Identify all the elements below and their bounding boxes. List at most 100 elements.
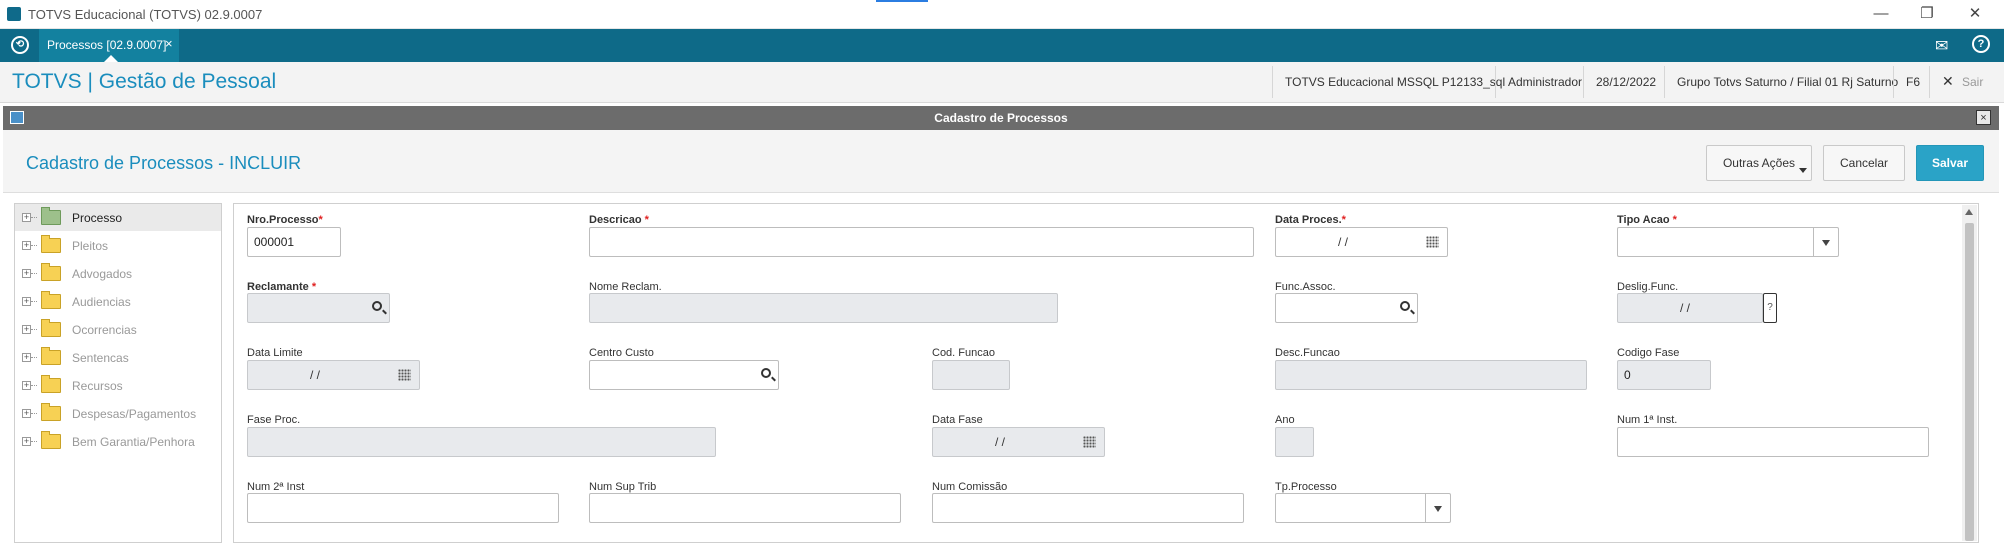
tab-processos[interactable]: Processos [02.9.0007] × [39, 29, 179, 62]
ano-input[interactable] [1275, 427, 1314, 457]
expand-icon[interactable]: + [22, 241, 31, 250]
date-value: / / [1338, 235, 1349, 249]
tp-processo-select[interactable] [1275, 493, 1451, 523]
data-limite-input[interactable]: / / [247, 360, 420, 390]
reclamante-label: Reclamante * [247, 281, 317, 293]
other-actions-button[interactable]: Outras Ações [1706, 145, 1812, 181]
tree-item-label: Advogados [72, 267, 133, 281]
num-1-inst-label: Num 1ª Inst. [1617, 414, 1678, 426]
centro-custo-label: Centro Custo [589, 347, 654, 359]
calendar-icon[interactable] [1083, 436, 1096, 448]
reclamante-input[interactable] [247, 293, 390, 323]
date-value: / / [1680, 301, 1691, 315]
num-2-inst-input[interactable] [247, 493, 559, 523]
header-divider [1929, 66, 1930, 98]
other-actions-label: Outras Ações [1722, 156, 1796, 170]
cancel-button[interactable]: Cancelar [1823, 145, 1905, 181]
nome-reclam-input[interactable] [589, 293, 1058, 323]
data-proces-input[interactable]: / / [1275, 227, 1448, 257]
branch-info[interactable]: Grupo Totvs Saturno / Filial 01 Rj Satur… [1677, 75, 1898, 89]
nro-processo-input[interactable]: 000001 [247, 227, 341, 257]
tree-item-bem-garantia-penhora[interactable]: + Bem Garantia/Penhora [15, 428, 221, 455]
expand-icon[interactable]: + [22, 213, 31, 222]
data-fase-label: Data Fase [932, 414, 983, 426]
shortcut-key[interactable]: F6 [1906, 75, 1920, 89]
tp-processo-label: Tp.Processo [1275, 481, 1337, 493]
descricao-label: Descricao * [589, 214, 649, 226]
tree-item-sentencas[interactable]: + Sentencas [15, 344, 221, 371]
folder-icon [41, 235, 61, 253]
scrollbar-thumb[interactable] [1965, 223, 1974, 541]
cod-funcao-label: Cod. Funcao [932, 347, 995, 359]
expand-icon[interactable]: + [22, 269, 31, 278]
scroll-up-icon[interactable] [1965, 209, 1973, 215]
header-divider [1495, 66, 1496, 98]
chevron-down-icon[interactable] [1425, 494, 1450, 522]
fase-proc-input[interactable] [247, 427, 716, 457]
top-accent-line [876, 0, 928, 2]
tree-item-label: Pleitos [72, 239, 109, 253]
expand-icon[interactable]: + [22, 437, 31, 446]
data-proces-label: Data Proces.* [1275, 214, 1346, 226]
centro-custo-input[interactable] [589, 360, 779, 390]
form-header [3, 130, 1999, 193]
calendar-icon[interactable] [398, 369, 411, 381]
navigation-tree: + Processo + Pleitos + Advogados + Audie… [14, 203, 222, 543]
restore-button[interactable]: ❐ [1912, 4, 1942, 24]
header-divider [1583, 66, 1584, 98]
tree-item-ocorrencias[interactable]: + Ocorrencias [15, 316, 221, 343]
search-icon[interactable] [1400, 301, 1410, 311]
tab-close-icon[interactable]: × [165, 36, 173, 51]
tree-item-label: Bem Garantia/Penhora [72, 435, 195, 449]
num-sup-trib-input[interactable] [589, 493, 901, 523]
calendar-icon[interactable] [1426, 236, 1439, 248]
totvs-logo-icon[interactable]: ⟲ [11, 36, 29, 54]
tree-item-label: Despesas/Pagamentos [72, 407, 197, 421]
num-comissao-input[interactable] [932, 493, 1244, 523]
nome-reclam-label: Nome Reclam. [589, 281, 662, 293]
help-icon[interactable]: ? [1972, 35, 1990, 53]
folder-icon [41, 403, 61, 421]
expand-icon[interactable]: + [22, 381, 31, 390]
exit-icon[interactable]: ✕ [1942, 73, 1954, 90]
exit-button[interactable]: Sair [1962, 75, 1983, 89]
minimize-button[interactable]: — [1866, 4, 1896, 24]
descricao-input[interactable] [589, 227, 1254, 257]
close-window-button[interactable]: ✕ [1960, 4, 1990, 24]
desc-funcao-input[interactable] [1275, 360, 1587, 390]
expand-icon[interactable]: + [22, 409, 31, 418]
tree-item-advogados[interactable]: + Advogados [15, 260, 221, 287]
expand-icon[interactable]: + [22, 325, 31, 334]
func-assoc-input[interactable] [1275, 293, 1418, 323]
ano-label: Ano [1275, 414, 1295, 426]
tree-item-processo[interactable]: + Processo [15, 204, 221, 231]
chevron-down-icon[interactable] [1813, 228, 1838, 256]
num-sup-trib-label: Num Sup Trib [589, 481, 657, 493]
deslig-func-label: Deslig.Func. [1617, 281, 1679, 293]
save-button[interactable]: Salvar [1916, 145, 1984, 181]
tree-item-label: Sentencas [72, 351, 129, 365]
header-divider [1272, 66, 1273, 98]
header-divider [1893, 66, 1894, 98]
form-scrollbar[interactable] [1962, 205, 1977, 541]
tree-item-audiencias[interactable]: + Audiencias [15, 288, 221, 315]
search-icon[interactable] [372, 301, 382, 311]
help-button[interactable]: ? [1763, 293, 1777, 323]
search-icon[interactable] [761, 368, 771, 378]
folder-icon [41, 319, 61, 337]
cod-funcao-input[interactable] [932, 360, 1010, 390]
num-1-inst-input[interactable] [1617, 427, 1929, 457]
dialog-close-button[interactable]: × [1976, 110, 1991, 125]
tipo-acao-select[interactable] [1617, 227, 1839, 257]
deslig-func-input[interactable]: / / [1617, 293, 1763, 323]
tree-item-pleitos[interactable]: + Pleitos [15, 232, 221, 259]
expand-icon[interactable]: + [22, 353, 31, 362]
data-fase-input[interactable]: / / [932, 427, 1105, 457]
codigo-fase-input[interactable]: 0 [1617, 360, 1711, 390]
nro-processo-label: Nro.Processo* [247, 214, 323, 226]
mail-icon[interactable]: ✉ [1935, 36, 1948, 56]
tree-item-despesas-pagamentos[interactable]: + Despesas/Pagamentos [15, 400, 221, 427]
tree-item-recursos[interactable]: + Recursos [15, 372, 221, 399]
expand-icon[interactable]: + [22, 297, 31, 306]
window-title-bar [0, 0, 2004, 29]
